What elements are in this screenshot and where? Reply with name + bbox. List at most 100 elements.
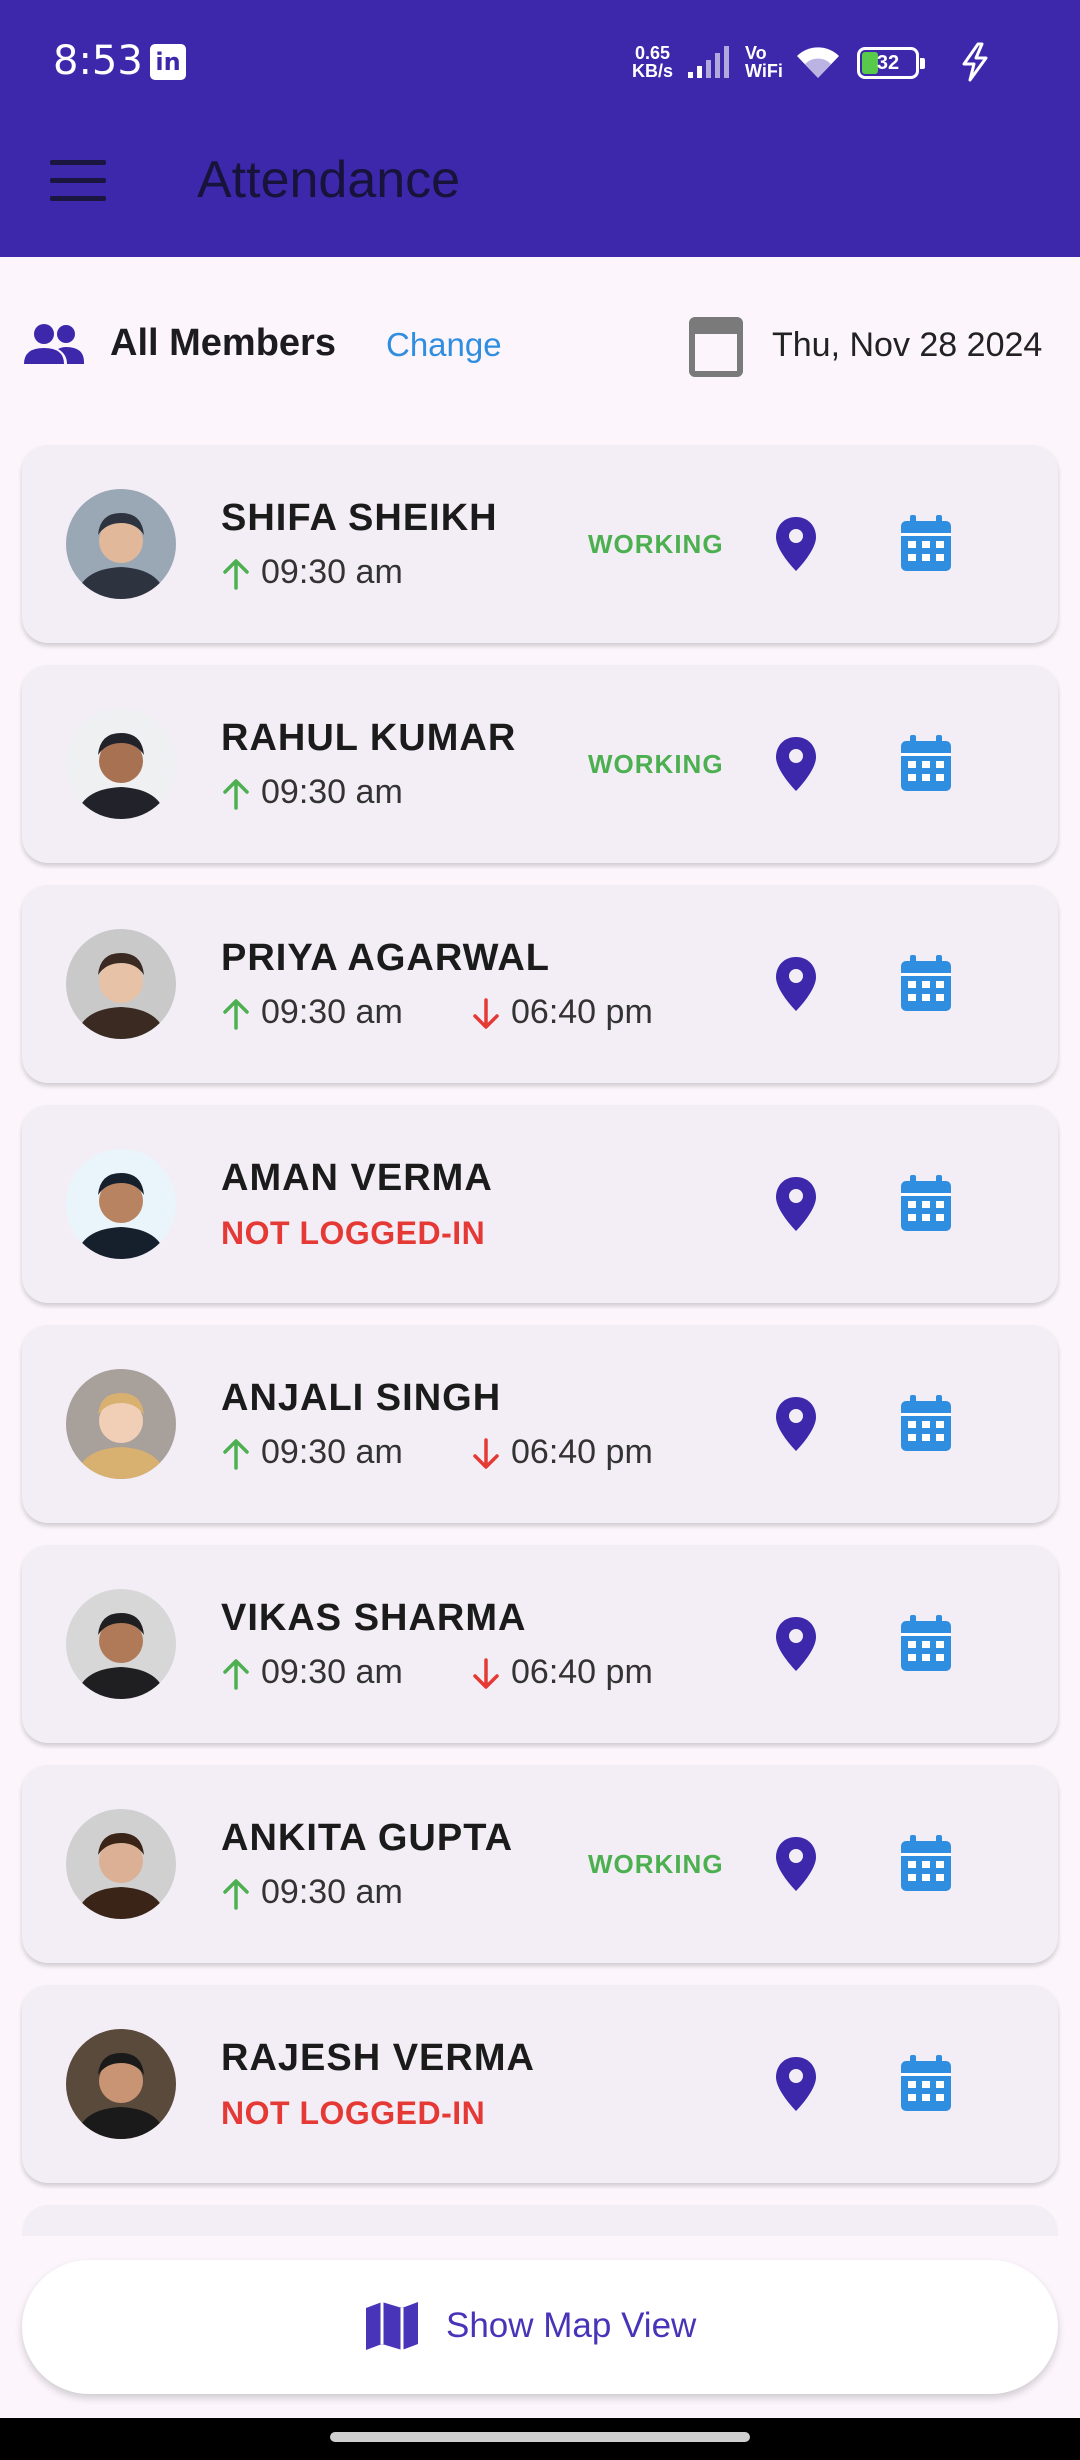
arrow-up-icon — [223, 1659, 249, 1690]
status-bar: 8:53 in 0.65 KB/s Vo WiFi 32 — [0, 0, 1080, 128]
check-out-time: 06:40 pm — [511, 993, 653, 1031]
check-in-time: 09:30 am — [261, 1433, 403, 1471]
page-title: Attendance — [197, 151, 461, 209]
system-nav-bar — [0, 2418, 1080, 2460]
change-members-button[interactable]: Change — [386, 326, 502, 364]
status-badge: WORKING — [588, 749, 724, 779]
location-pin-icon[interactable] — [774, 1175, 818, 1233]
member-card[interactable]: AMAN VERMA NOT LOGGED-IN — [22, 1105, 1058, 1303]
location-pin-icon[interactable] — [774, 735, 818, 793]
check-out: 06:40 pm — [471, 1433, 653, 1472]
member-name: VIKAS SHARMA — [221, 1597, 527, 1639]
member-card[interactable]: RAJESH VERMA NOT LOGGED-IN — [22, 1985, 1058, 2183]
calendar-icon[interactable] — [898, 733, 954, 793]
check-out: 06:40 pm — [471, 993, 653, 1032]
vowifi-indicator: Vo WiFi — [745, 44, 783, 80]
avatar — [66, 1809, 176, 1919]
avatar — [66, 1149, 176, 1259]
member-name: ANKITA GUPTA — [221, 1817, 514, 1859]
home-gesture-handle[interactable] — [330, 2432, 750, 2442]
calendar-icon[interactable] — [898, 1833, 954, 1893]
avatar — [66, 1369, 176, 1479]
check-in-time: 09:30 am — [261, 553, 403, 591]
network-speed: 0.65 KB/s — [632, 44, 673, 80]
member-name: AMAN VERMA — [221, 1157, 493, 1199]
arrow-up-icon — [223, 779, 249, 810]
status-badge: WORKING — [588, 1849, 724, 1879]
calendar-icon[interactable] — [898, 1393, 954, 1453]
check-in: 09:30 am — [221, 993, 403, 1032]
show-map-view-label: Show Map View — [446, 2306, 697, 2345]
arrow-down-icon — [473, 998, 499, 1029]
all-members-label: All Members — [110, 322, 336, 364]
member-card[interactable]: VIKAS SHARMA 09:30 am 06:40 pm — [22, 1545, 1058, 1743]
calendar-icon[interactable] — [898, 953, 954, 1013]
check-out: 06:40 pm — [471, 1653, 653, 1692]
location-pin-icon[interactable] — [774, 515, 818, 573]
group-icon — [24, 324, 84, 364]
avatar — [66, 2029, 176, 2139]
app-header: 8:53 in 0.65 KB/s Vo WiFi 32 Attendance — [0, 0, 1080, 257]
network-speed-value: 0.65 — [634, 43, 671, 63]
not-logged-in-status: NOT LOGGED-IN — [221, 1215, 486, 1251]
location-pin-icon[interactable] — [774, 2055, 818, 2113]
member-name: PRIYA AGARWAL — [221, 937, 551, 979]
check-in: 09:30 am — [221, 1433, 403, 1472]
network-speed-unit: KB/s — [632, 61, 674, 81]
member-card[interactable]: PRIYA AGARWAL 09:30 am 06:40 pm — [22, 885, 1058, 1083]
member-name: RAHUL KUMAR — [221, 717, 517, 759]
calendar-icon[interactable] — [686, 312, 746, 378]
check-out-time: 06:40 pm — [511, 1433, 653, 1471]
linkedin-icon: in — [150, 44, 186, 80]
calendar-icon[interactable] — [898, 1613, 954, 1673]
battery-percent: 32 — [876, 52, 900, 74]
arrow-up-icon — [223, 559, 249, 590]
check-in: 09:30 am — [221, 1873, 403, 1912]
location-pin-icon[interactable] — [774, 1615, 818, 1673]
member-card[interactable]: SHIFA SHEIKH 09:30 am WORKING — [22, 445, 1058, 643]
calendar-icon[interactable] — [898, 2053, 954, 2113]
charging-icon — [962, 42, 988, 82]
vowifi-wifi: WiFi — [745, 61, 783, 81]
member-card[interactable]: ANKITA GUPTA 09:30 am WORKING — [22, 1765, 1058, 1963]
location-pin-icon[interactable] — [774, 1835, 818, 1893]
location-pin-icon[interactable] — [774, 955, 818, 1013]
selected-date[interactable]: Thu, Nov 28 2024 — [772, 326, 1042, 365]
check-in: 09:30 am — [221, 553, 403, 592]
signal-icon — [688, 46, 729, 78]
arrow-down-icon — [473, 1438, 499, 1469]
check-in-time: 09:30 am — [261, 993, 403, 1031]
check-in-time: 09:30 am — [261, 773, 403, 811]
vowifi-vo: Vo — [745, 43, 767, 63]
not-logged-in-status: NOT LOGGED-IN — [221, 2095, 486, 2131]
arrow-up-icon — [223, 1439, 249, 1470]
status-badge: WORKING — [588, 529, 724, 559]
check-in: 09:30 am — [221, 773, 403, 812]
avatar — [66, 929, 176, 1039]
arrow-down-icon — [473, 1658, 499, 1689]
arrow-up-icon — [223, 1879, 249, 1910]
location-pin-icon[interactable] — [774, 1395, 818, 1453]
check-in-time: 09:30 am — [261, 1653, 403, 1691]
member-name: SHIFA SHEIKH — [221, 497, 498, 539]
check-in-time: 09:30 am — [261, 1873, 403, 1911]
member-card[interactable]: ANJALI SINGH 09:30 am 06:40 pm — [22, 1325, 1058, 1523]
calendar-icon[interactable] — [898, 1173, 954, 1233]
member-card[interactable]: RAHUL KUMAR 09:30 am WORKING — [22, 665, 1058, 863]
avatar — [66, 489, 176, 599]
map-icon — [366, 2302, 418, 2350]
calendar-icon[interactable] — [898, 513, 954, 573]
arrow-up-icon — [223, 999, 249, 1030]
avatar — [66, 1589, 176, 1699]
status-time: 8:53 — [53, 38, 143, 84]
battery-icon: 32 — [857, 47, 925, 79]
check-in: 09:30 am — [221, 1653, 403, 1692]
member-name: ANJALI SINGH — [221, 1377, 502, 1419]
check-out-time: 06:40 pm — [511, 1653, 653, 1691]
member-name: RAJESH VERMA — [221, 2037, 535, 2079]
show-map-view-button[interactable]: Show Map View — [22, 2260, 1058, 2394]
menu-icon[interactable] — [50, 160, 106, 204]
battery-nub — [920, 58, 925, 69]
wifi-icon — [797, 47, 839, 78]
avatar — [66, 709, 176, 819]
